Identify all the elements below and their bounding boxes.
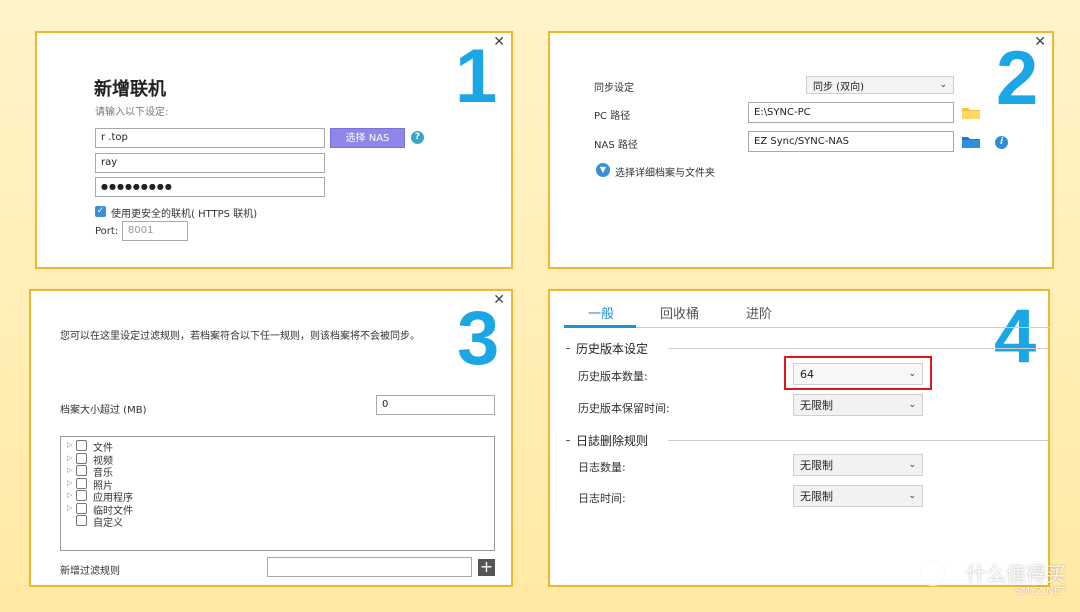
tab-advanced[interactable]: 进阶	[746, 303, 772, 322]
checkbox[interactable]	[76, 515, 87, 526]
log-count-value: 无限制	[800, 459, 833, 472]
history-retention-label: 历史版本保留时间:	[578, 402, 670, 415]
pc-path-input[interactable]: E:\SYNC-PC	[748, 102, 954, 123]
section-divider	[668, 440, 1048, 441]
tree-item[interactable]: ▷ 照片	[61, 477, 261, 492]
tab-general[interactable]: 一般	[588, 303, 614, 322]
filter-description: 您可以在这里设定过滤规则，若档案符合以下任一规则，则该档案将不会被同步。	[60, 331, 420, 342]
watermark-brand: 什么值得买	[966, 562, 1066, 586]
checkbox[interactable]	[76, 502, 87, 514]
expand-triangle-icon[interactable]: ▷	[67, 479, 72, 487]
checkbox[interactable]	[76, 452, 87, 464]
tab-recycle-bin[interactable]: 回收桶	[660, 303, 699, 322]
expand-triangle-icon[interactable]: ▷	[67, 466, 72, 474]
section-divider	[668, 348, 1048, 349]
nas-path-label: NAS 路径	[594, 140, 638, 151]
tree-item[interactable]: ▷ 应用程序	[61, 490, 261, 504]
expand-triangle-icon[interactable]: ▷	[67, 441, 72, 449]
chevron-down-icon: ⌄	[908, 460, 916, 470]
sync-settings-panel: ✕ 2 同步设定 同步 (双向) ⌄ PC 路径 E:\SYNC-PC NAS …	[548, 31, 1054, 269]
sync-label: 同步设定	[594, 83, 634, 94]
dialog-title: 新增联机	[94, 79, 166, 100]
https-label: 使用更安全的联机( HTTPS 联机)	[111, 209, 258, 220]
expand-triangle-icon[interactable]: ▷	[67, 491, 72, 499]
port-label: Port:	[95, 226, 119, 237]
history-retention-select[interactable]: 无限制 ⌄	[793, 394, 923, 416]
tree-item[interactable]: 自定义	[61, 515, 261, 529]
sync-mode-value: 同步 (双向)	[813, 81, 864, 93]
size-limit-label: 档案大小超过 (MB)	[60, 405, 147, 416]
step-number: 2	[996, 36, 1039, 121]
checkbox[interactable]	[76, 477, 87, 489]
select-nas-button[interactable]: 选择 NAS	[330, 128, 405, 148]
tree-item-label: 自定义	[93, 518, 123, 529]
tree-item[interactable]: ▷ 视频	[61, 452, 261, 467]
log-section-title: 日誌删除规则	[576, 434, 649, 448]
help-icon[interactable]: ?	[411, 131, 424, 144]
active-tab-indicator	[564, 325, 636, 328]
chevron-down-icon: ⌄	[939, 80, 947, 90]
chevron-down-icon: ⌄	[908, 400, 916, 410]
log-count-select[interactable]: 无限制 ⌄	[793, 454, 923, 476]
version-settings-panel: 4 一般 回收桶 进阶 历史版本设定 历史版本数量: 64 ⌄ 历史版本保留时间…	[548, 289, 1050, 587]
watermark-logo-icon	[920, 560, 946, 586]
section-divider	[566, 440, 570, 441]
folder-icon[interactable]	[962, 106, 980, 119]
step-number: 1	[455, 34, 498, 119]
checkbox[interactable]	[76, 490, 87, 501]
log-count-label: 日志数量:	[578, 461, 626, 474]
checkbox[interactable]	[76, 440, 87, 451]
watermark-site: SMYZ.NET	[1014, 586, 1066, 597]
sync-mode-select[interactable]: 同步 (双向) ⌄	[806, 76, 954, 94]
chevron-down-icon[interactable]: ▼	[596, 163, 610, 177]
add-rule-button[interactable]: +	[478, 559, 495, 576]
add-rule-input[interactable]	[267, 557, 472, 577]
tree-item[interactable]: ▷ 音乐	[61, 465, 261, 479]
step-number: 3	[457, 296, 500, 381]
section-divider	[566, 348, 570, 349]
tree-item[interactable]: ▷ 临时文件	[61, 502, 261, 517]
username-input[interactable]: ray	[95, 153, 325, 173]
https-checkbox[interactable]: ✓	[95, 206, 106, 217]
advanced-selection-link[interactable]: 选择详细档案与文件夹	[615, 164, 715, 179]
log-time-label: 日志时间:	[578, 492, 626, 505]
add-connection-panel: ✕ 1 新增联机 请输入以下设定: r .top 选择 NAS ? ray ●●…	[35, 31, 513, 269]
history-section-title: 历史版本设定	[576, 342, 649, 356]
file-type-tree: ▷ 文件 ▷ 视频 ▷ 音乐 ▷ 照片 ▷ 应用程序 ▷ 临时文件 自定义	[60, 436, 495, 551]
folder-icon[interactable]	[962, 135, 980, 148]
pc-path-label: PC 路径	[594, 111, 631, 122]
expand-triangle-icon[interactable]: ▷	[67, 454, 72, 462]
expand-triangle-icon[interactable]: ▷	[67, 504, 72, 512]
chevron-down-icon: ⌄	[908, 491, 916, 501]
info-icon[interactable]: i	[995, 136, 1008, 149]
add-rule-label: 新增过滤规则	[60, 566, 120, 577]
history-count-label: 历史版本数量:	[578, 370, 648, 383]
log-time-value: 无限制	[800, 490, 833, 503]
size-limit-input[interactable]: 0	[376, 395, 495, 415]
history-retention-value: 无限制	[800, 399, 833, 412]
tree-item[interactable]: ▷ 文件	[61, 440, 261, 454]
dialog-subtitle: 请输入以下设定:	[95, 107, 169, 118]
nas-path-input[interactable]: EZ Sync/SYNC-NAS	[748, 131, 954, 152]
log-time-select[interactable]: 无限制 ⌄	[793, 485, 923, 507]
tab-divider	[564, 327, 1050, 328]
highlight-box	[784, 356, 932, 390]
watermark: 什么值得买 SMYZ.NET	[916, 558, 1066, 602]
host-input[interactable]: r .top	[95, 128, 325, 148]
port-input[interactable]: 8001	[122, 221, 188, 241]
password-input[interactable]: ●●●●●●●●●	[95, 177, 325, 197]
filter-rules-panel: ✕ 3 您可以在这里设定过滤规则，若档案符合以下任一规则，则该档案将不会被同步。…	[29, 289, 513, 587]
step-number: 4	[994, 294, 1037, 379]
checkbox[interactable]	[76, 465, 87, 476]
